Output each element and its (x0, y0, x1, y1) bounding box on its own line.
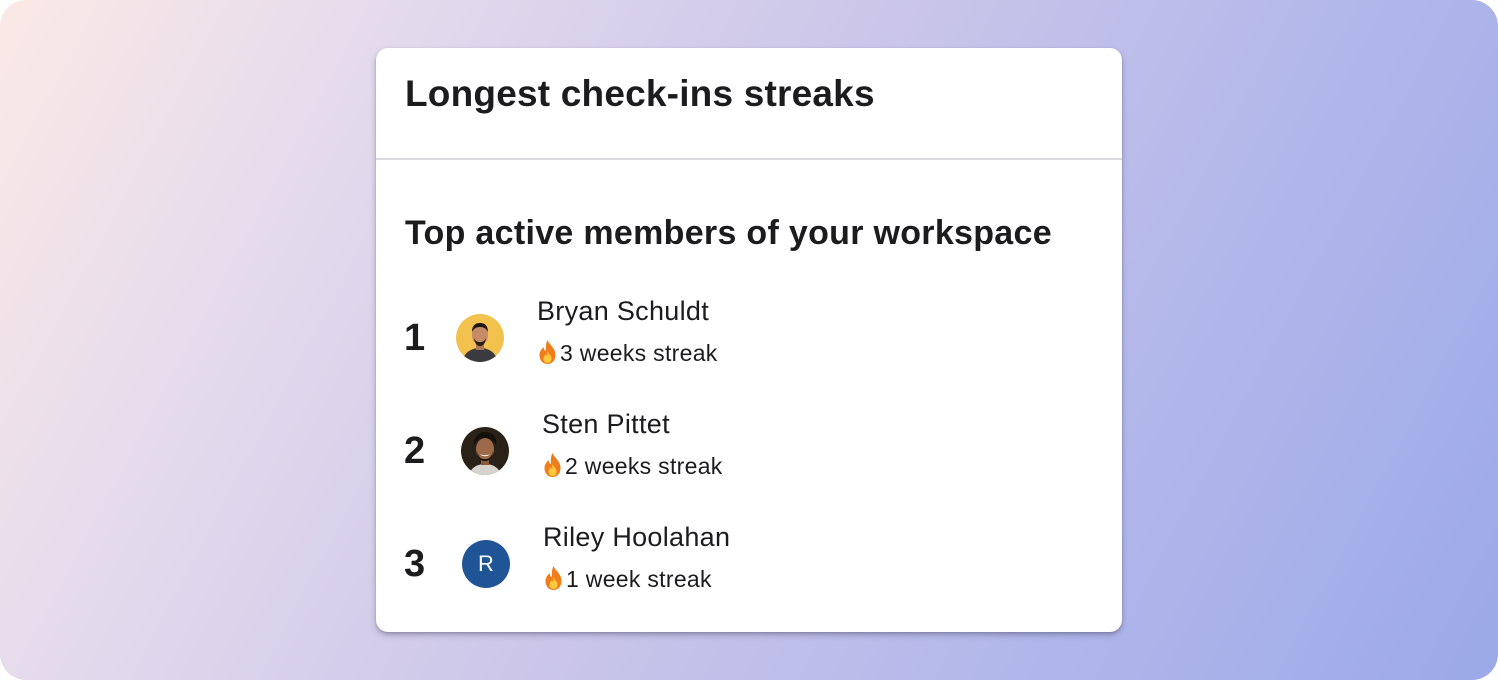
member-streak: 2 weeks streak (542, 451, 723, 481)
member-avatar[interactable] (461, 427, 509, 475)
fire-icon (545, 566, 562, 590)
member-name[interactable]: Sten Pittet (542, 407, 670, 441)
background: Longest check-ins streaks Top active mem… (0, 0, 1498, 680)
fire-icon (539, 340, 556, 364)
fire-icon (544, 453, 561, 477)
member-streak-label: 3 weeks streak (560, 340, 718, 366)
member-streak-label: 1 week streak (566, 566, 712, 592)
member-row[interactable]: 1 Bryan Schuldt 3 weeks streak (376, 294, 1122, 384)
member-avatar[interactable] (456, 314, 504, 362)
streaks-card: Longest check-ins streaks Top active mem… (376, 48, 1122, 632)
member-streak-label: 2 weeks streak (565, 453, 723, 479)
member-avatar[interactable]: R (462, 540, 510, 588)
member-row[interactable]: 3 R Riley Hoolahan 1 week streak (376, 520, 1122, 610)
member-name[interactable]: Riley Hoolahan (543, 520, 730, 554)
card-header: Longest check-ins streaks (376, 48, 1122, 160)
avatar-photo-icon (461, 427, 509, 475)
member-streak: 3 weeks streak (537, 338, 718, 368)
avatar-photo-icon (456, 314, 504, 362)
member-streak: 1 week streak (543, 564, 712, 594)
member-name[interactable]: Bryan Schuldt (537, 294, 709, 328)
card-subtitle: Top active members of your workspace (405, 214, 1052, 252)
member-row[interactable]: 2 Sten Pittet 2 weeks streak (376, 407, 1122, 497)
card-title: Longest check-ins streaks (405, 73, 875, 114)
member-rank: 2 (404, 430, 426, 472)
member-rank: 3 (404, 543, 426, 585)
member-rank: 1 (404, 317, 426, 359)
